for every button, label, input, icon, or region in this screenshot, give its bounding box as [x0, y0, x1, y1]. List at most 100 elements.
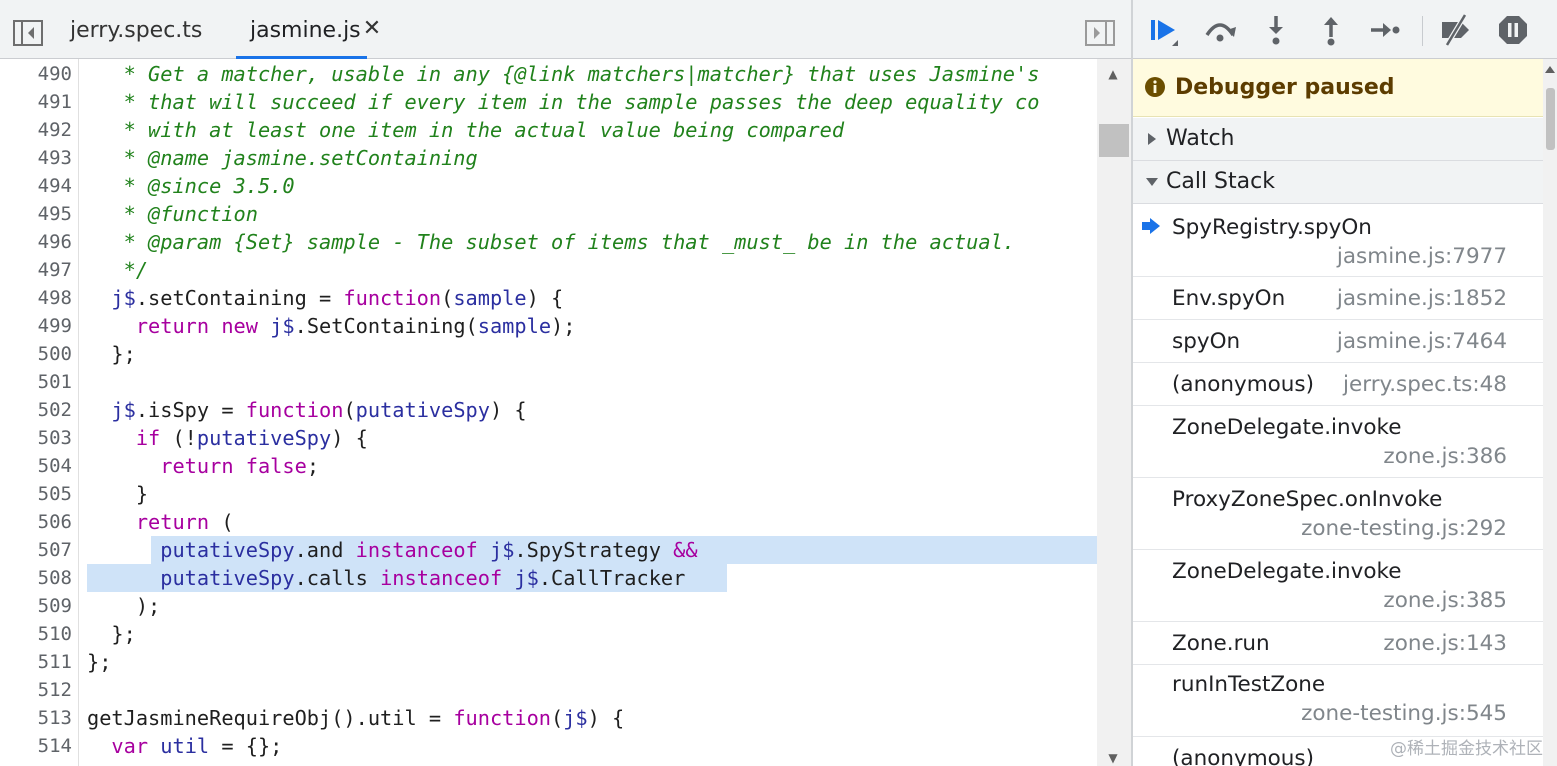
code-token: .and — [294, 538, 356, 562]
scroll-up-icon[interactable] — [1544, 64, 1556, 74]
step-button[interactable] — [1368, 13, 1402, 47]
toggle-debugger-button[interactable] — [1085, 20, 1115, 46]
frame-location[interactable]: zone.js:143 — [1383, 630, 1507, 658]
sidebar-scrollbar[interactable] — [1543, 59, 1557, 766]
code-token: }; — [87, 650, 112, 674]
pause-on-exceptions-button[interactable] — [1496, 13, 1530, 47]
line-number[interactable]: 491 — [0, 88, 72, 116]
code-line: * Get a matcher, usable in any {@link ma… — [87, 60, 1040, 88]
line-number[interactable]: 493 — [0, 144, 72, 172]
code-token: if — [135, 426, 161, 450]
call-frame[interactable]: ProxyZoneSpec.onInvoke zone-testing.js:2… — [1133, 478, 1543, 550]
frame-location[interactable]: jasmine.js:7464 — [1337, 328, 1507, 356]
call-frame[interactable]: (anonymous) jerry.spec.ts:48 — [1133, 363, 1543, 406]
toggle-navigator-button[interactable] — [13, 20, 43, 46]
info-icon — [1145, 77, 1165, 97]
line-number[interactable]: 494 — [0, 172, 72, 200]
line-number[interactable]: 509 — [0, 592, 72, 620]
line-number[interactable]: 495 — [0, 200, 72, 228]
frame-name: SpyRegistry.spyOn — [1172, 215, 1372, 240]
tab-jerry-spec[interactable]: jerry.spec.ts — [70, 0, 202, 59]
call-frame[interactable]: Zone.run zone.js:143 — [1133, 622, 1543, 665]
scroll-down-icon[interactable]: ▼ — [1105, 752, 1121, 764]
line-number[interactable]: 508 — [0, 564, 72, 592]
code-token: .isSpy = — [135, 398, 246, 422]
call-frame[interactable]: SpyRegistry.spyOn jasmine.js:7977 — [1133, 204, 1543, 277]
code-token: ); — [87, 594, 161, 618]
line-number[interactable]: 500 — [0, 340, 72, 368]
frame-location[interactable]: jerry.spec.ts:48 — [1343, 371, 1507, 399]
code-line: j$.isSpy = function(putativeSpy) { — [87, 396, 527, 424]
code-token: j$ — [111, 398, 136, 422]
resume-icon — [1151, 20, 1178, 46]
pause-on-exceptions-icon — [1499, 16, 1527, 44]
frame-location[interactable]: jasmine.js:7977 — [1337, 243, 1507, 271]
line-number[interactable]: 512 — [0, 676, 72, 704]
code-token: function — [245, 398, 344, 422]
step-out-button[interactable] — [1314, 13, 1348, 47]
editor-scrollbar[interactable] — [1097, 59, 1131, 766]
code-area[interactable]: * Get a matcher, usable in any {@link ma… — [87, 59, 1097, 766]
code-token: putativeSpy — [196, 426, 332, 450]
code-token: sample — [477, 314, 552, 338]
line-number[interactable]: 499 — [0, 312, 72, 340]
line-number[interactable]: 501 — [0, 368, 72, 396]
code-line: ); — [87, 592, 160, 620]
step-into-button[interactable] — [1259, 13, 1293, 47]
debugger-toolbar — [1133, 0, 1557, 59]
code-token: */ — [87, 258, 149, 282]
call-stack-section-header[interactable]: Call Stack — [1133, 161, 1543, 204]
editor-scrollbar-thumb[interactable] — [1099, 124, 1129, 157]
code-line: } — [87, 480, 148, 508]
tab-jasmine[interactable]: jasmine.js — [236, 0, 367, 59]
call-frame[interactable]: Env.spyOn jasmine.js:1852 — [1133, 277, 1543, 320]
line-number[interactable]: 502 — [0, 396, 72, 424]
code-token: sample — [453, 286, 527, 310]
line-number[interactable]: 514 — [0, 732, 72, 760]
line-number[interactable]: 496 — [0, 228, 72, 256]
frame-location[interactable]: zone.js:386 — [1383, 443, 1507, 471]
line-number[interactable]: 511 — [0, 648, 72, 676]
code-token: function — [343, 286, 442, 310]
scroll-up-icon[interactable]: ▲ — [1105, 68, 1121, 80]
code-token: ) { — [489, 398, 527, 422]
line-number[interactable]: 510 — [0, 620, 72, 648]
line-number[interactable]: 497 — [0, 256, 72, 284]
line-number-gutter[interactable]: 490 491 492 493 494 495 496 497 498 499 500 501 502 5… — [0, 59, 79, 766]
step-over-button[interactable] — [1203, 13, 1237, 47]
line-number[interactable]: 504 — [0, 452, 72, 480]
code-token: .calls — [294, 566, 381, 590]
deactivate-breakpoints-button[interactable] — [1439, 13, 1473, 47]
watch-section-header[interactable]: Watch — [1133, 118, 1543, 161]
call-frame[interactable]: ZoneDelegate.invoke zone.js:386 — [1133, 406, 1543, 478]
line-number[interactable]: 492 — [0, 116, 72, 144]
code-token: * @function — [87, 202, 258, 226]
line-number[interactable]: 507 — [0, 536, 72, 564]
deactivate-breakpoints-icon — [1442, 13, 1469, 47]
frame-name: runInTestZone — [1172, 672, 1326, 697]
line-number[interactable]: 490 — [0, 60, 72, 88]
resume-button[interactable] — [1147, 13, 1181, 47]
line-number[interactable]: 513 — [0, 704, 72, 732]
line-number[interactable]: 498 — [0, 284, 72, 312]
code-token: * @since 3.5.0 — [87, 174, 295, 198]
code-line: * with at least one item in the actual v… — [87, 116, 844, 144]
line-number[interactable]: 505 — [0, 480, 72, 508]
line-number[interactable]: 506 — [0, 508, 72, 536]
call-frame[interactable]: spyOn jasmine.js:7464 — [1133, 320, 1543, 363]
frame-location[interactable]: jasmine.js:1852 — [1337, 285, 1507, 313]
code-token: j$ — [514, 566, 539, 590]
sidebar-scrollbar-thumb[interactable] — [1546, 88, 1555, 150]
call-frame[interactable]: ZoneDelegate.invoke zone.js:385 — [1133, 550, 1543, 622]
frame-location[interactable]: zone.js:385 — [1383, 587, 1507, 615]
frame-location[interactable]: zone-testing.js:292 — [1301, 515, 1507, 543]
line-number[interactable]: 503 — [0, 424, 72, 452]
tab-close-icon[interactable]: ✕ — [360, 17, 384, 41]
frame-location[interactable]: zone-testing.js:545 — [1301, 700, 1507, 728]
code-line: j$.setContaining = function(sample) { — [87, 284, 563, 312]
call-frame[interactable]: runInTestZone zone-testing.js:545 — [1133, 665, 1543, 737]
